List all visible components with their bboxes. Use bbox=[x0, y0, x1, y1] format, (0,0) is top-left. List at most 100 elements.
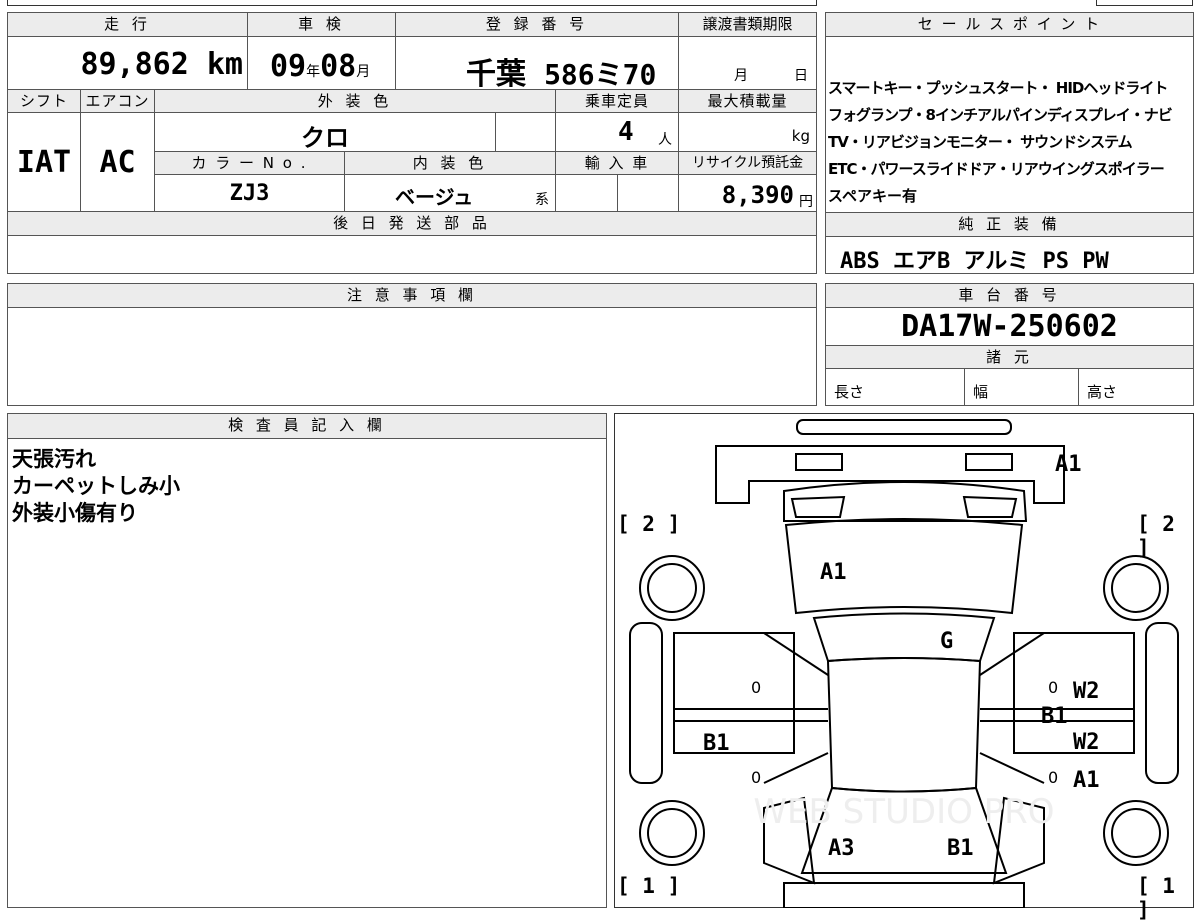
color-no-header: カ ラ ー N o . bbox=[154, 151, 345, 175]
registration-region: 千葉 bbox=[466, 57, 526, 90]
max-load-cell: kg bbox=[678, 112, 817, 152]
max-load-header: 最大積載量 bbox=[678, 89, 817, 113]
label-rear-left: A3 bbox=[828, 836, 855, 861]
recycle-value: 8,390 bbox=[721, 181, 794, 209]
sales-point-line: TV・リアビジョンモニター・ サウンドシステム bbox=[828, 133, 1133, 151]
label-zero: 0 bbox=[751, 768, 762, 787]
chassis-body: DA17W-250602 bbox=[825, 307, 1194, 346]
inspection-cell: 09年08月 bbox=[247, 36, 396, 90]
capacity-value: 4 bbox=[618, 117, 634, 147]
sales-point-line: スペアキー有 bbox=[828, 187, 917, 205]
sales-point-header: セ ー ル ス ポ イ ン ト bbox=[825, 12, 1194, 37]
inspection-header: 車 検 bbox=[247, 12, 396, 37]
label-zero: 0 bbox=[1048, 768, 1059, 787]
transfer-deadline-cell: 月 日 bbox=[678, 36, 817, 90]
label-left-b1: B1 bbox=[703, 731, 730, 756]
interior-color-suffix: 系 bbox=[535, 192, 549, 208]
car-outline-svg: WEB STUDIO PRO bbox=[629, 419, 1179, 908]
exterior-color-value: クロ bbox=[301, 124, 349, 152]
inspector-header: 検 査 員 記 入 欄 bbox=[7, 413, 607, 439]
aircon-header: エアコン bbox=[80, 89, 155, 113]
label-right-b1: B1 bbox=[1041, 704, 1068, 729]
watermark: WEB STUDIO PRO bbox=[753, 792, 1054, 832]
chassis-header: 車 台 番 号 bbox=[825, 283, 1194, 308]
registration-cell: 千葉 586ミ70 bbox=[395, 36, 679, 90]
label-hood: A1 bbox=[820, 560, 847, 585]
notes-header: 注 意 事 項 欄 bbox=[7, 283, 817, 308]
inspection-month: 08 bbox=[320, 49, 357, 84]
mileage-cell: 89,862 km bbox=[7, 36, 248, 90]
inspector-line: 外装小傷有り bbox=[12, 501, 138, 525]
sales-point-line: スマートキー・プッシュスタート・ HIDヘッドライト bbox=[828, 79, 1168, 97]
recycle-cell: 8,390 円 bbox=[678, 174, 817, 212]
chassis-value: DA17W-250602 bbox=[901, 309, 1118, 344]
spec-length-cell: 長さ bbox=[825, 368, 965, 406]
interior-color-cell: ベージュ 系 bbox=[344, 174, 556, 212]
notes-body bbox=[7, 307, 817, 406]
color-no-value: ZJ3 bbox=[229, 181, 270, 206]
equipment-body: ABS エアB アルミ PS PW bbox=[825, 236, 1194, 274]
aircon-cell: AC bbox=[80, 112, 155, 212]
spec-width-cell: 幅 bbox=[964, 368, 1079, 406]
import-cell-b bbox=[617, 174, 679, 212]
year-unit: 年 bbox=[306, 64, 321, 80]
equipment-value: ABS エアB アルミ PS PW bbox=[840, 249, 1109, 274]
label-rear-right: B1 bbox=[947, 836, 974, 861]
sales-point-line: ETC・パワースライドドア・リアウイングスポイラー bbox=[828, 160, 1165, 178]
transfer-month-unit: 月 bbox=[734, 68, 748, 84]
interior-color-header: 内 装 色 bbox=[344, 151, 556, 175]
inspector-line: 天張汚れ bbox=[12, 447, 96, 471]
later-parts-body bbox=[7, 235, 817, 274]
registration-number: 586ミ70 bbox=[544, 58, 657, 90]
mileage-value: 89,862 bbox=[80, 47, 189, 82]
top-strip bbox=[7, 0, 817, 6]
label-zero: 0 bbox=[751, 678, 762, 697]
shift-header: シフト bbox=[7, 89, 81, 113]
shift-value: IAT bbox=[16, 145, 72, 180]
bracket-top-left: [ 2 ] bbox=[617, 512, 681, 536]
label-roof: G bbox=[940, 629, 954, 654]
inspector-body: 天張汚れ カーペットしみ小 外装小傷有り bbox=[7, 438, 607, 908]
recycle-unit: 円 bbox=[799, 194, 813, 210]
label-zero: 0 bbox=[1048, 678, 1059, 697]
capacity-header: 乗車定員 bbox=[555, 89, 679, 113]
sales-point-body: スマートキー・プッシュスタート・ HIDヘッドライト フォグランプ・8インチアル… bbox=[825, 36, 1194, 213]
max-load-unit: kg bbox=[791, 127, 810, 145]
sales-point-line: フォグランプ・8インチアルパインディスプレイ・ナビ bbox=[828, 106, 1173, 124]
shift-cell: IAT bbox=[7, 112, 81, 212]
label-right-front-door: W2 bbox=[1073, 679, 1100, 704]
label-right-rear-door: W2 bbox=[1073, 730, 1100, 755]
exterior-color-extra bbox=[495, 112, 556, 152]
bracket-bottom-left: [ 1 ] bbox=[617, 874, 681, 898]
mileage-header: 走 行 bbox=[7, 12, 248, 37]
specs-header: 諸 元 bbox=[825, 345, 1194, 369]
top-strip-right bbox=[1096, 0, 1193, 6]
interior-color-value: ベージュ bbox=[395, 185, 474, 209]
recycle-header: リサイクル預託金 bbox=[678, 151, 817, 175]
mileage-unit: km bbox=[206, 47, 243, 82]
color-no-cell: ZJ3 bbox=[154, 174, 345, 212]
transfer-day-unit: 日 bbox=[794, 68, 808, 84]
exterior-color-header: 外 装 色 bbox=[154, 89, 556, 113]
aircon-value: AC bbox=[99, 145, 136, 180]
inspection-year: 09 bbox=[270, 49, 307, 84]
exterior-color-cell: クロ bbox=[154, 112, 496, 152]
spec-height-label: 高さ bbox=[1087, 383, 1118, 401]
damage-diagram: WEB STUDIO PRO A1 A1 G W2 B1 W2 A1 B1 A3… bbox=[614, 413, 1194, 922]
capacity-cell: 4 人 bbox=[555, 112, 679, 152]
later-parts-header: 後 日 発 送 部 品 bbox=[7, 211, 817, 236]
spec-width-label: 幅 bbox=[973, 383, 989, 401]
bracket-bottom-right: [ 1 ] bbox=[1137, 874, 1175, 922]
label-right-rear-a1: A1 bbox=[1073, 768, 1100, 793]
equipment-header: 純 正 装 備 bbox=[825, 212, 1194, 237]
capacity-unit: 人 bbox=[658, 132, 672, 148]
transfer-deadline-header: 譲渡書類期限 bbox=[678, 12, 817, 37]
bracket-top-right: [ 2 ] bbox=[1137, 512, 1175, 560]
inspector-line: カーペットしみ小 bbox=[12, 474, 180, 498]
import-cell-a bbox=[555, 174, 618, 212]
import-header: 輸 入 車 bbox=[555, 151, 679, 175]
spec-length-label: 長さ bbox=[834, 383, 865, 401]
label-front-top: A1 bbox=[1055, 452, 1082, 477]
spec-height-cell: 高さ bbox=[1078, 368, 1194, 406]
month-unit: 月 bbox=[356, 64, 371, 80]
